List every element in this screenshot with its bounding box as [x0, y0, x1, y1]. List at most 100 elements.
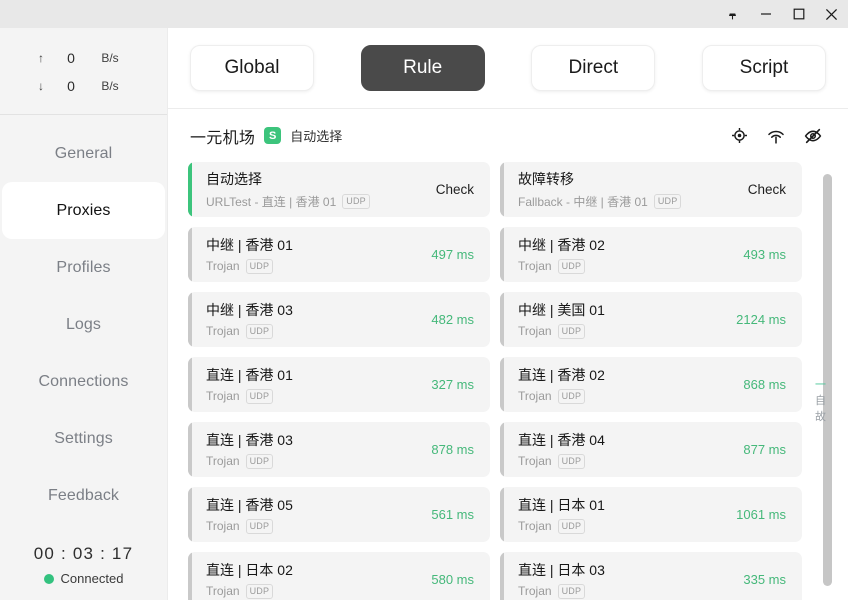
proxy-card[interactable]: 直连 | 香港 05 Trojan UDP 561 ms: [188, 487, 490, 542]
proxy-card[interactable]: 自动选择 URLTest - 直连 | 香港 01 UDP Check: [188, 162, 490, 217]
group-selected-node: 自动选择: [290, 129, 343, 144]
download-value: 0: [67, 78, 75, 94]
proxy-card[interactable]: 故障转移 Fallback - 中继 | 香港 01 UDP Check: [500, 162, 802, 217]
proxy-card[interactable]: 直连 | 日本 02 Trojan UDP 580 ms: [188, 552, 490, 600]
proxy-card[interactable]: 中继 | 香港 02 Trojan UDP 493 ms: [500, 227, 802, 282]
proxy-list-area: 自动选择 URLTest - 直连 | 香港 01 UDP Check 故障转移: [168, 162, 848, 600]
proxy-card[interactable]: 直连 | 香港 04 Trojan UDP 877 ms: [500, 422, 802, 477]
proxy-list[interactable]: 自动选择 URLTest - 直连 | 香港 01 UDP Check 故障转移: [168, 162, 810, 600]
proxy-meta: Trojan UDP: [206, 259, 421, 274]
sidebar-item-general[interactable]: General: [2, 125, 165, 182]
proxy-card-text: 中继 | 香港 03 Trojan UDP: [206, 300, 421, 339]
sidebar-item-proxies[interactable]: Proxies: [2, 182, 165, 239]
proxy-meta: URLTest - 直连 | 香港 01 UDP: [206, 193, 426, 210]
udp-badge: UDP: [245, 324, 274, 339]
download-unit: B/s: [101, 79, 119, 93]
proxy-card-text: 中继 | 香港 01 Trojan UDP: [206, 235, 421, 274]
proxy-meta: Fallback - 中继 | 香港 01 UDP: [518, 193, 738, 210]
tab-label: Direct: [568, 57, 619, 78]
upload-unit: B/s: [101, 51, 119, 65]
tab-rule[interactable]: Rule: [360, 45, 485, 91]
group-title: 一元机场: [190, 129, 256, 147]
proxy-latency: 327 ms: [431, 377, 474, 392]
proxy-latency: 878 ms: [431, 442, 474, 457]
window-body: ↑ 0 B/s ↓ 0 B/s General Proxies Profiles…: [0, 28, 848, 600]
proxy-meta: Trojan UDP: [518, 389, 733, 404]
mode-tabs: Global Rule Direct Script: [168, 28, 848, 109]
minimap-item[interactable]: 一: [815, 378, 826, 392]
uptime-clock: 00 : 03 : 17: [33, 544, 134, 563]
tab-direct[interactable]: Direct: [531, 45, 656, 91]
maximize-icon[interactable]: [782, 0, 815, 28]
proxy-card[interactable]: 中继 | 香港 01 Trojan UDP 497 ms: [188, 227, 490, 282]
locate-icon[interactable]: [731, 127, 748, 144]
pin-icon[interactable]: [716, 0, 749, 28]
proxy-card-text: 直连 | 日本 02 Trojan UDP: [206, 560, 421, 599]
tab-script[interactable]: Script: [701, 45, 826, 91]
eye-off-icon[interactable]: [804, 127, 822, 145]
proxy-name: 直连 | 日本 01: [518, 497, 605, 514]
udp-badge: UDP: [342, 194, 370, 209]
proxy-card-text: 直连 | 香港 03 Trojan UDP: [206, 430, 421, 469]
proxy-card-text: 直连 | 香港 02 Trojan UDP: [518, 365, 733, 404]
tab-label: Rule: [403, 57, 443, 78]
proxy-check-button[interactable]: Check: [738, 182, 786, 197]
sidebar-item-label: Proxies: [56, 201, 111, 219]
proxy-card-text: 中继 | 香港 02 Trojan UDP: [518, 235, 733, 274]
proxy-name: 自动选择: [206, 171, 262, 187]
proxy-type: Trojan: [206, 454, 240, 469]
proxy-latency: 877 ms: [743, 442, 786, 457]
proxy-name: 直连 | 香港 02: [518, 367, 605, 384]
proxy-group-header: 一元机场 S 自动选择: [168, 109, 848, 162]
sidebar-item-feedback[interactable]: Feedback: [2, 467, 165, 524]
udp-badge: UDP: [245, 454, 274, 469]
proxy-type: Trojan: [206, 324, 240, 339]
proxy-card[interactable]: 中继 | 美国 01 Trojan UDP 2124 ms: [500, 292, 802, 347]
sidebar-nav: General Proxies Profiles Logs Connection…: [0, 115, 167, 544]
sidebar-item-connections[interactable]: Connections: [2, 353, 165, 410]
main-panel: Global Rule Direct Script 一元机场 S 自动选择 自动…: [167, 28, 848, 600]
status-dot-icon: [43, 573, 54, 584]
app-window: ↑ 0 B/s ↓ 0 B/s General Proxies Profiles…: [0, 0, 848, 600]
sidebar-item-profiles[interactable]: Profiles: [2, 239, 165, 296]
proxy-name: 中继 | 香港 02: [518, 237, 605, 254]
upload-arrow-icon: ↑: [38, 51, 44, 65]
proxy-card-text: 直连 | 日本 01 Trojan UDP: [518, 495, 726, 534]
speedtest-icon[interactable]: [767, 127, 785, 145]
traffic-meter: ↑ 0 B/s ↓ 0 B/s: [0, 28, 167, 114]
proxy-type: URLTest - 直连 | 香港 01: [206, 195, 337, 209]
proxy-card[interactable]: 直连 | 香港 02 Trojan UDP 868 ms: [500, 357, 802, 412]
scrollbar-track[interactable]: [823, 168, 840, 586]
udp-badge: UDP: [557, 519, 586, 534]
minimap-item[interactable]: 故: [815, 410, 826, 424]
sidebar-item-label: Logs: [65, 315, 102, 333]
sidebar-item-logs[interactable]: Logs: [2, 296, 165, 353]
tab-global[interactable]: Global: [190, 45, 314, 91]
proxy-card[interactable]: 直连 | 香港 01 Trojan UDP 327 ms: [188, 357, 490, 412]
proxy-name: 直连 | 日本 03: [518, 562, 605, 579]
proxy-meta: Trojan UDP: [518, 324, 726, 339]
proxy-meta: Trojan UDP: [206, 389, 421, 404]
sidebar-item-label: Connections: [38, 372, 129, 390]
minimap-item[interactable]: 自: [815, 394, 826, 408]
proxy-latency: 493 ms: [743, 247, 786, 262]
proxy-check-button[interactable]: Check: [426, 182, 474, 197]
proxy-card[interactable]: 直连 | 香港 03 Trojan UDP 878 ms: [188, 422, 490, 477]
proxy-type: Trojan: [518, 259, 552, 274]
proxy-card-text: 自动选择 URLTest - 直连 | 香港 01 UDP: [206, 169, 426, 210]
close-icon[interactable]: [815, 0, 848, 28]
proxy-type: Trojan: [518, 519, 552, 534]
sidebar-item-settings[interactable]: Settings: [2, 410, 165, 467]
minimize-icon[interactable]: [749, 0, 782, 28]
status-label: Connected: [60, 571, 124, 586]
proxy-type: Trojan: [206, 519, 240, 534]
proxy-card[interactable]: 直连 | 日本 03 Trojan UDP 335 ms: [500, 552, 802, 600]
proxy-card[interactable]: 中继 | 香港 03 Trojan UDP 482 ms: [188, 292, 490, 347]
proxy-name: 直连 | 香港 03: [206, 432, 293, 449]
proxy-card[interactable]: 直连 | 日本 01 Trojan UDP 1061 ms: [500, 487, 802, 542]
proxy-latency: 2124 ms: [736, 312, 786, 327]
upload-value: 0: [67, 50, 75, 66]
sidebar-item-label: Settings: [54, 429, 113, 447]
proxy-meta: Trojan UDP: [206, 454, 421, 469]
right-rail: 一 自 故: [810, 162, 848, 600]
